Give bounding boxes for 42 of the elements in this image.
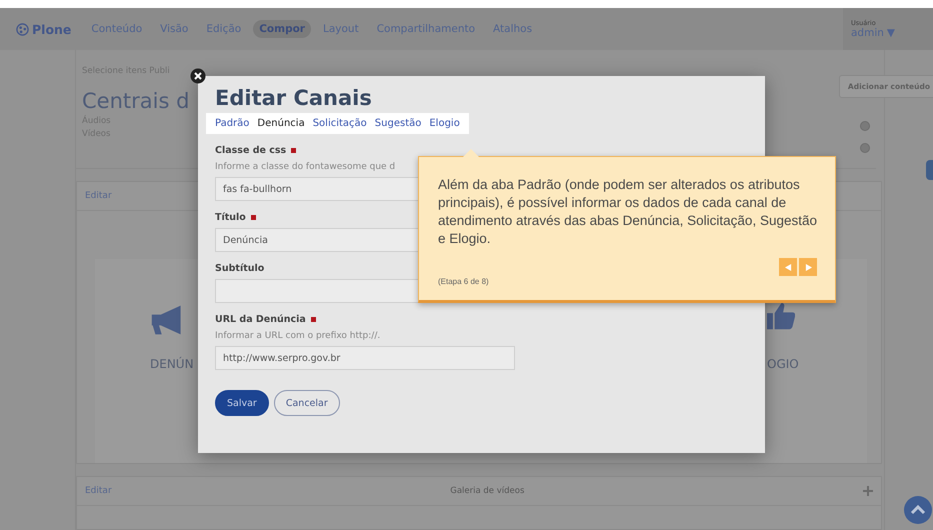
nav-link[interactable]: Layout xyxy=(317,20,365,38)
nav-link[interactable]: Compartilhamento xyxy=(370,20,482,38)
tab[interactable]: Sugestão xyxy=(374,118,422,129)
step-counter: (Etapa 6 de 8) xyxy=(438,277,489,286)
tab[interactable]: Padrão xyxy=(215,118,250,129)
caret-icon: ▼ xyxy=(886,27,895,39)
tab[interactable]: Denúncia xyxy=(257,118,305,129)
edit-link[interactable]: Editar xyxy=(85,191,112,202)
next-button[interactable] xyxy=(799,258,817,276)
nav-link[interactable]: Conteúdo xyxy=(85,20,148,38)
cancel-button[interactable]: Cancelar xyxy=(274,390,340,416)
nav-link[interactable]: Visão xyxy=(154,20,194,38)
edit-link[interactable]: Editar xyxy=(85,486,112,496)
item-handle-icon[interactable] xyxy=(860,121,870,131)
scroll-up-icon[interactable] xyxy=(904,496,932,524)
nav-link[interactable]: Edição xyxy=(200,20,248,38)
nav-link[interactable]: Atalhos xyxy=(487,20,538,38)
help-text: Informar a URL com o prefixo http://. xyxy=(215,331,382,341)
field-label: URL da Denúncia xyxy=(215,314,306,325)
tab[interactable]: Solicitação xyxy=(312,118,367,129)
input-field[interactable]: http://www.serpro.gov.br xyxy=(215,346,515,370)
item-handle-icon[interactable] xyxy=(860,143,870,153)
logo-text: Plone xyxy=(32,22,72,36)
triangle-left-icon xyxy=(784,264,792,270)
tab[interactable]: Elogio xyxy=(429,118,460,129)
page-title: Centrais d xyxy=(82,89,190,113)
channel-label: DENÚN xyxy=(150,357,194,372)
save-button[interactable]: Salvar xyxy=(215,390,269,416)
thumbs-up-icon xyxy=(767,303,795,332)
field-label: Título xyxy=(215,212,246,223)
previous-button[interactable] xyxy=(779,258,797,276)
field-label: Classe de css xyxy=(215,145,286,156)
gallery-title: Galeria de vídeos xyxy=(450,486,524,496)
plone-logo-icon xyxy=(16,22,29,36)
dialog-title: Editar Canais xyxy=(215,86,373,110)
triangle-right-icon xyxy=(804,264,812,270)
close-icon[interactable] xyxy=(190,68,206,84)
field-label: Subtítulo xyxy=(215,263,264,274)
channel-label: OGIO xyxy=(767,357,799,372)
help-text: Informe a classe do fontawesome que d xyxy=(215,162,396,172)
nav-link[interactable]: Compor xyxy=(253,20,311,38)
plus-icon[interactable] xyxy=(862,486,873,496)
